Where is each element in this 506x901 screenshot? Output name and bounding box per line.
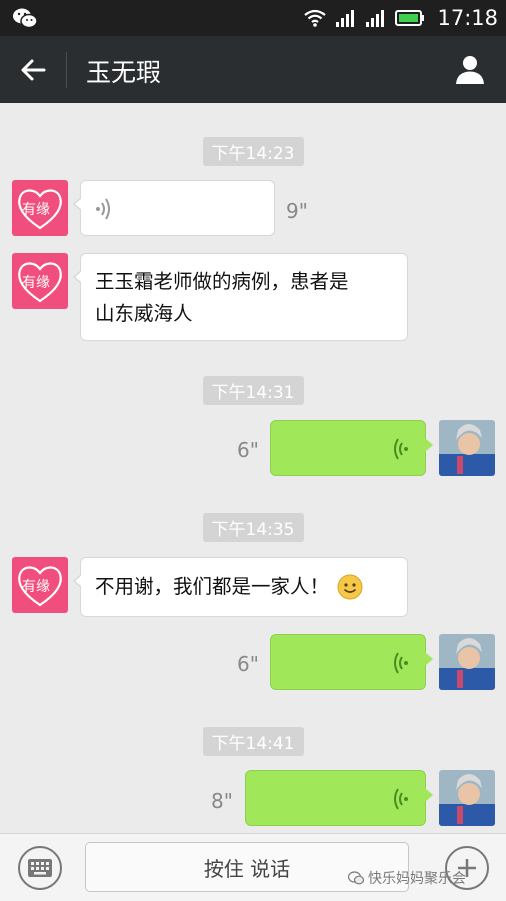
outgoing-voice-bubble[interactable] [245,770,433,826]
my-avatar[interactable] [439,420,495,476]
contact-avatar[interactable]: 有缘 [12,180,68,236]
chat-area[interactable]: 下午14:23 有缘 9" 有缘 王玉霜老师做的病例，患者是 山东威海人 下午1… [0,103,506,833]
incoming-voice-bubble[interactable] [73,180,275,236]
message-text: 不用谢，我们都是一家人！ [95,575,330,598]
outgoing-voice-bubble[interactable] [270,634,433,690]
watermark: 快乐妈妈聚乐会 [348,868,466,888]
my-avatar[interactable] [439,770,495,826]
signal-icon [336,10,355,27]
voice-wave-icon [394,652,408,674]
smile-emoji-icon [337,574,363,600]
voice-wave-icon [96,198,110,220]
svg-text:有缘: 有缘 [22,202,50,218]
incoming-text-bubble[interactable]: 不用谢，我们都是一家人！ [73,557,408,617]
timestamp-label: 下午14:23 [202,137,304,166]
voice-duration: 8" [211,789,233,813]
wechat-icon [348,871,364,885]
voice-wave-icon [394,438,408,460]
svg-text:有缘: 有缘 [22,579,50,595]
avatar-heart-logo: 有缘 [12,253,68,309]
voice-duration: 9" [286,199,308,223]
avatar-heart-logo: 有缘 [12,180,68,236]
message-timestamp: 下午14:35 [0,513,506,542]
clock: 17:18 [437,6,498,30]
chat-title: 玉无瑕 [86,58,162,87]
voice-duration: 6" [237,652,259,676]
message-text-line: 王玉霜老师做的病例，患者是 [95,270,349,293]
header-divider [66,52,67,88]
contact-avatar[interactable]: 有缘 [12,253,68,309]
input-bar: 按住 说话 [0,833,506,901]
contact-avatar[interactable]: 有缘 [12,557,68,613]
status-bar: 17:18 [0,0,506,36]
user-photo [439,770,495,826]
timestamp-label: 下午14:35 [202,513,304,542]
user-photo [439,420,495,476]
signal-icon [366,10,385,27]
message-text-line: 山东威海人 [95,302,193,325]
wechat-icon [13,8,38,29]
svg-text:有缘: 有缘 [22,275,50,291]
chat-header: 玉无瑕 [0,36,506,103]
timestamp-label: 下午14:41 [202,727,304,756]
avatar-heart-logo: 有缘 [12,557,68,613]
contact-profile-icon[interactable] [454,53,486,85]
user-photo [439,634,495,690]
my-avatar[interactable] [439,634,495,690]
voice-duration: 6" [237,438,259,462]
message-timestamp: 下午14:31 [0,376,506,405]
keyboard-icon [28,859,52,877]
keyboard-toggle-button[interactable] [18,846,62,890]
message-timestamp: 下午14:41 [0,727,506,756]
watermark-text: 快乐妈妈聚乐会 [368,871,466,887]
back-arrow-icon[interactable] [18,55,48,85]
wifi-icon [304,9,327,27]
incoming-text-bubble[interactable]: 王玉霜老师做的病例，患者是 山东威海人 [73,253,408,341]
outgoing-voice-bubble[interactable] [270,420,433,476]
timestamp-label: 下午14:31 [202,376,304,405]
voice-wave-icon [394,788,408,810]
battery-icon [395,10,425,26]
message-timestamp: 下午14:23 [0,137,506,166]
